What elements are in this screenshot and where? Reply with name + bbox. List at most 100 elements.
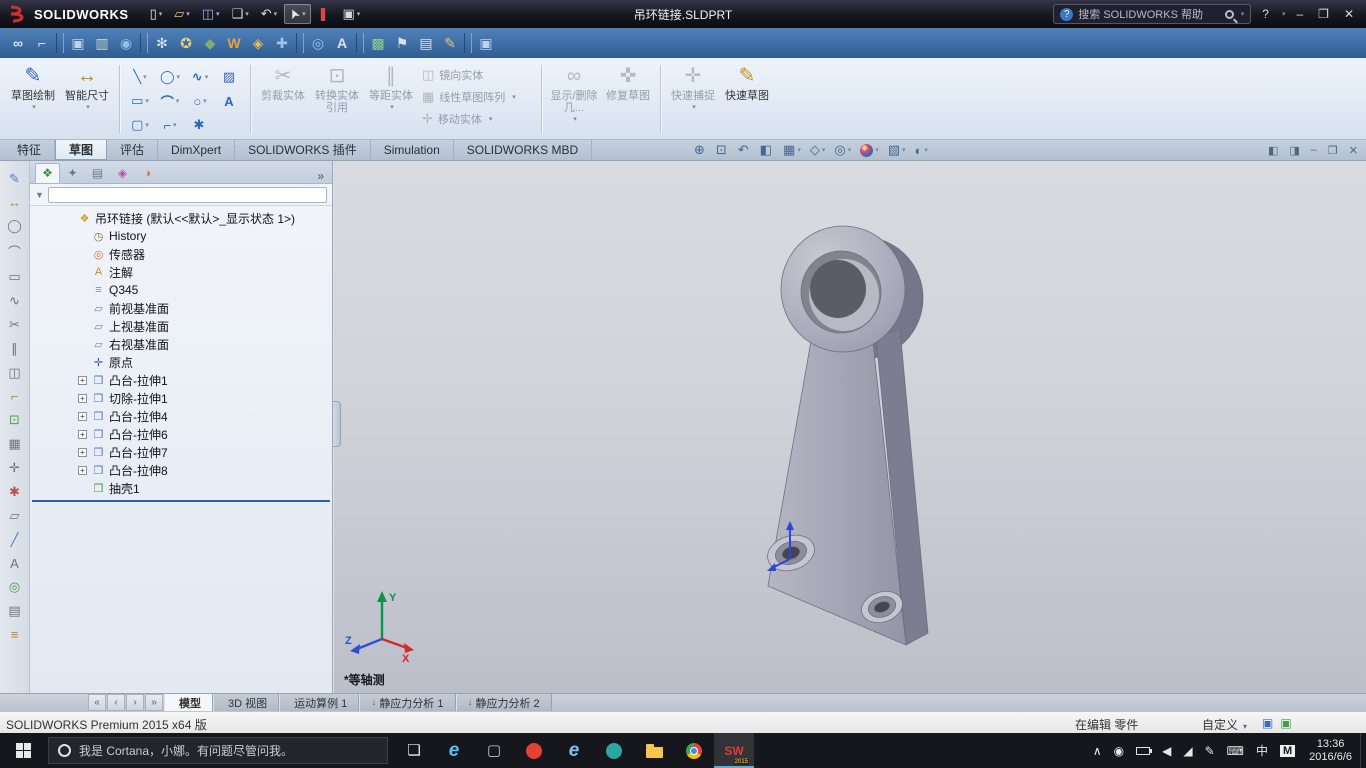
toolbar-icon-text[interactable]: A — [330, 31, 354, 55]
toolbar-icon-monitor[interactable]: ▣ — [66, 31, 90, 55]
show-desktop-button[interactable] — [1360, 733, 1366, 768]
left-tool-circle[interactable]: ◯ — [7, 218, 22, 234]
help-search-box[interactable]: ? 搜索 SOLIDWORKS 帮助 ▾ — [1053, 4, 1252, 24]
tab-evaluate[interactable]: 评估 — [107, 140, 159, 160]
search-icon[interactable] — [1224, 9, 1234, 19]
minimize-button[interactable]: – — [1292, 7, 1307, 21]
tree-item-cut-extrude1[interactable]: + ❒ 切除-拉伸1 — [30, 389, 332, 407]
repair-sketch-button[interactable]: ✜ 修复草图 — [601, 61, 655, 137]
smart-dimension-button[interactable]: ↔ 智能尺寸 ▾ — [60, 61, 114, 137]
text-tool[interactable]: A — [215, 89, 245, 113]
featuremanager-tab[interactable]: ❖ — [35, 163, 60, 183]
tab-dimxpert[interactable]: DimXpert — [158, 140, 236, 160]
open-document-icon[interactable]: ▱ ▾ — [169, 4, 195, 24]
restore-button[interactable]: ❐ — [1314, 7, 1333, 21]
dimxpertmanager-tab[interactable]: ◈ — [110, 163, 135, 183]
tree-expander-icon[interactable]: + — [78, 375, 87, 385]
hide-show-items-icon[interactable]: ◎ ▾ — [830, 142, 855, 158]
tree-filter-input[interactable] — [47, 186, 327, 203]
sketch-picture-tool[interactable]: ▨ — [215, 65, 245, 89]
edit-appearance-icon[interactable]: ▾ — [856, 143, 883, 157]
ime-language-indicator[interactable]: 中 — [1250, 742, 1274, 759]
search-options-arrow[interactable]: ▾ — [1241, 10, 1245, 18]
tree-item-boss-extrude1[interactable]: + ❒ 凸台-拉伸1 — [30, 371, 332, 389]
previous-view-icon[interactable]: ↶ — [734, 142, 755, 158]
pane-split-left-icon[interactable]: ◧ — [1268, 144, 1278, 157]
tree-item-shell1[interactable]: ❒ 抽壳1 — [30, 479, 332, 497]
tree-item-origin[interactable]: ✛ 原点 — [30, 353, 332, 371]
close-button[interactable]: ✕ — [1340, 7, 1358, 21]
graphics-area[interactable]: Y X Z *等轴测 — [334, 161, 1366, 693]
configurationmanager-tab[interactable]: ▤ — [85, 163, 110, 183]
zoom-area-icon[interactable]: ⊡ — [712, 142, 733, 158]
tree-item-boss-extrude8[interactable]: + ❒ 凸台-拉伸8 — [30, 461, 332, 479]
new-document-icon[interactable]: ▯ ▾ — [145, 4, 168, 24]
tab-scroll-next[interactable]: › — [126, 694, 144, 711]
tree-item-boss-extrude6[interactable]: + ❒ 凸台-拉伸6 — [30, 425, 332, 443]
model-3d-part[interactable] — [334, 161, 1366, 693]
print-icon[interactable]: ❑ ▾ — [227, 4, 254, 24]
tree-expander-icon[interactable]: + — [78, 393, 87, 403]
tab-3d-views[interactable]: 3D 视图 — [213, 694, 280, 711]
help-search-input[interactable]: 搜索 SOLIDWORKS 帮助 — [1078, 6, 1219, 22]
tab-static-1[interactable]: ↓ 静应力分析 1 — [359, 694, 456, 711]
toolbar-icon-diamond[interactable]: ◈ — [246, 31, 270, 55]
move-entities-button[interactable]: ✛ 移动实体 ▾ — [418, 110, 536, 128]
tree-expander-icon[interactable]: + — [78, 465, 87, 475]
left-tool-rectangle[interactable]: ▭ — [8, 269, 20, 285]
toolbar-icon-shield[interactable]: ◆ — [198, 31, 222, 55]
toolbar-icon-gear[interactable]: ✻ — [150, 31, 174, 55]
left-tool-pattern[interactable]: ▦ — [8, 436, 20, 452]
toolbar-icon-chart[interactable]: ▥ — [90, 31, 114, 55]
tree-item-boss-extrude4[interactable]: + ❒ 凸台-拉伸4 — [30, 407, 332, 425]
linear-sketch-pattern-button[interactable]: ▦ 线性草图阵列 ▾ — [418, 88, 536, 106]
tab-solidworks-mbd[interactable]: SOLIDWORKS MBD — [454, 140, 593, 160]
fillet-tool[interactable]: ⌐ ▾ — [155, 113, 185, 137]
status-indicator-blue[interactable]: ▣ — [1262, 716, 1273, 730]
tree-item-root[interactable]: ❖ 吊环链接 (默认<<默认>_显示状态 1>) — [30, 209, 332, 227]
toolbar-icon-burst[interactable]: ✪ — [174, 31, 198, 55]
help-button[interactable]: ? — [1258, 7, 1273, 21]
task-view-button[interactable]: ❏ — [394, 733, 434, 768]
tree-expander-icon[interactable]: + — [78, 411, 87, 421]
status-indicator-green[interactable]: ▣ — [1280, 716, 1291, 730]
offset-entities-button[interactable]: ∥ 等距实体 ▾ — [364, 61, 418, 137]
left-tool-trim[interactable]: ✂ — [9, 317, 20, 333]
toolbar-icon-globe[interactable]: ◉ — [114, 31, 138, 55]
touch-keyboard-icon[interactable]: ⌨ — [1221, 742, 1250, 759]
browser-red-icon[interactable] — [514, 733, 554, 768]
tab-scroll-first[interactable]: « — [88, 694, 106, 711]
custom-views-dropdown[interactable]: 自定义 — [1202, 716, 1247, 733]
propertymanager-tab[interactable]: ✦ — [60, 163, 85, 183]
tree-item-boss-extrude7[interactable]: + ❒ 凸台-拉伸7 — [30, 443, 332, 461]
tree-expander-icon[interactable]: + — [78, 429, 87, 439]
restore-doc-icon[interactable]: ❐ — [1328, 144, 1338, 157]
spline-tool[interactable]: ∿ ▾ — [185, 65, 215, 89]
toolbar-icon-w[interactable]: W — [222, 31, 246, 55]
toolbar-icon-greenbox[interactable]: ▩ — [366, 31, 390, 55]
tab-sketch[interactable]: 草图 — [55, 140, 108, 160]
display-delete-relations-button[interactable]: ∞ 显示/删除几... ▾ — [547, 61, 601, 137]
left-tool-mirror[interactable]: ◫ — [8, 365, 20, 381]
displaymanager-tab[interactable]: ◑ — [135, 163, 160, 183]
tree-item-history[interactable]: ◷ History — [30, 227, 332, 245]
quick-snaps-button[interactable]: ✛ 快速捕捉 ▾ — [666, 61, 720, 137]
tab-solidworks-addins[interactable]: SOLIDWORKS 插件 — [235, 140, 371, 160]
battery-icon[interactable] — [1130, 742, 1156, 759]
tab-motion-study-1[interactable]: 运动算例 1 — [279, 694, 360, 711]
left-tool-offset[interactable]: ∥ — [11, 341, 18, 357]
tree-item-annotations[interactable]: A 注解 — [30, 263, 332, 281]
left-tool-snap[interactable]: ◎ — [9, 579, 20, 595]
left-tool-arc[interactable]: ⌒ — [8, 242, 21, 261]
toolbar-icon-magnifier[interactable]: ◎ — [306, 31, 330, 55]
tab-simulation[interactable]: Simulation — [371, 140, 454, 160]
trim-entities-button[interactable]: ✂ 剪裁实体 — [256, 61, 310, 137]
select-icon[interactable]: ➤ ▾ — [284, 4, 311, 24]
view-settings-icon[interactable]: ◐ ▾ — [911, 143, 932, 158]
view-orientation-icon[interactable]: ▦ ▾ — [779, 142, 805, 158]
mirror-entities-button[interactable]: ◫ 镜向实体 — [418, 66, 536, 84]
ie-icon[interactable]: e — [554, 733, 594, 768]
tree-item-material[interactable]: ≡ Q345 — [30, 281, 332, 299]
left-tool-plane[interactable]: ▱ — [10, 508, 20, 524]
edge-icon[interactable]: e — [434, 733, 474, 768]
